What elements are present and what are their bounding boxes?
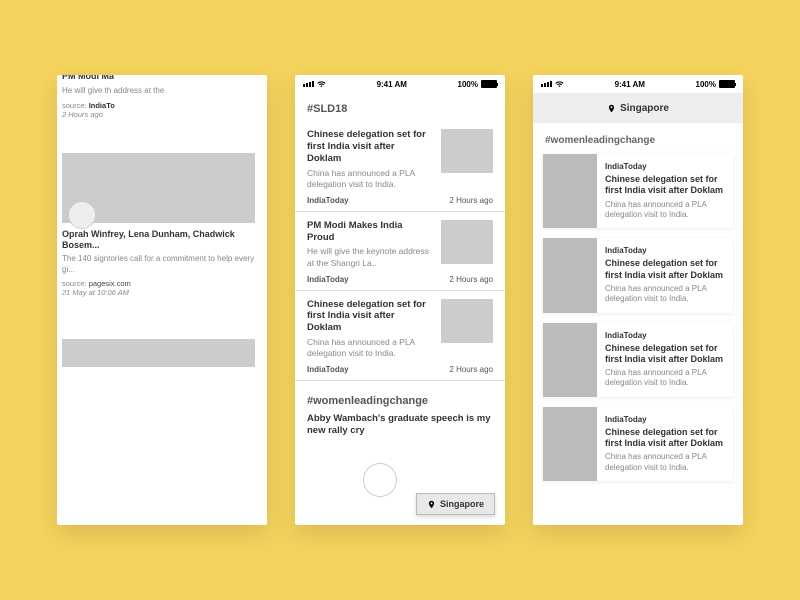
article-card[interactable]: IndiaToday Chinese delegation set for fi… [543, 323, 733, 397]
article-meta: source: IndiaTo 2 Hours ago [62, 101, 255, 119]
article-title: Chinese delegation set for first India v… [605, 258, 725, 281]
hashtag-heading[interactable]: #womenleadingchange [543, 129, 733, 154]
article-title: Chinese delegation set for first India v… [307, 299, 431, 335]
status-bar: 9:41 AM 100% [533, 75, 743, 93]
article-source: IndiaToday [307, 196, 349, 205]
battery-icon [481, 80, 497, 88]
article-snippet: China has announced a PLA delegation vis… [307, 337, 431, 359]
article-source: IndiaToday [605, 246, 725, 255]
location-header-label: Singapore [620, 103, 669, 114]
article-source: IndiaToday [605, 415, 725, 424]
article-row[interactable]: Chinese delegation set for first India v… [295, 291, 505, 382]
article-snippet: China has announced a PLA delegation vis… [605, 368, 725, 389]
article-snippet: The 140 signtories call for a commitment… [62, 254, 255, 275]
article-snippet: He will give th address at the [62, 86, 255, 96]
mockup-screen-1: e delegation set for India visit after D… [57, 75, 267, 525]
article-title: Chinese delegation set for first India v… [605, 174, 725, 197]
mockup-screen-2: 9:41 AM 100% #SLD18 Chinese delegation s… [295, 75, 505, 525]
article-thumbnail [441, 220, 493, 264]
feed-scroll[interactable]: #womenleadingchange IndiaToday Chinese d… [533, 123, 743, 525]
article-row[interactable]: PM Modi Makes India Proud He will give t… [295, 212, 505, 291]
thumbnail-row [57, 339, 267, 367]
article-source: IndiaToday [307, 365, 349, 374]
article-time: 2 Hours ago [449, 365, 493, 374]
article-title: PM Modi Makes India Proud [307, 220, 431, 244]
article-thumbnail [441, 299, 493, 343]
hashtag-heading[interactable]: #womenleadingchange [295, 381, 505, 413]
location-header[interactable]: Singapore [533, 93, 743, 123]
article-snippet: China has announced a PLA delegation vis… [605, 200, 725, 221]
article-source: IndiaToday [307, 275, 349, 284]
article-snippet: He will give the keynote address at the … [307, 246, 431, 268]
article-card[interactable]: IndiaToday Chinese delegation set for fi… [543, 238, 733, 312]
battery-pct: 100% [696, 80, 716, 89]
article-snippet: China has announced a PLA delegation vis… [605, 452, 725, 473]
article-snippet: China has announced a PLA delegation vis… [307, 168, 431, 190]
status-time: 9:41 AM [377, 80, 407, 89]
status-time: 9:41 AM [615, 80, 645, 89]
article-title[interactable]: Abby Wambach's graduate speech is my new… [307, 413, 493, 437]
article-title: Chinese delegation set for first India v… [605, 427, 725, 450]
signal-icon [303, 81, 314, 87]
feed-scroll[interactable]: e delegation set for India visit after D… [57, 75, 267, 525]
article-card[interactable]: PM Modi Ma He will give th address at th… [62, 75, 255, 119]
article-thumbnail [543, 154, 597, 228]
article-card[interactable]: IndiaToday Chinese delegation set for fi… [543, 154, 733, 228]
touch-ripple [363, 463, 397, 497]
location-pin-icon [607, 104, 616, 113]
wifi-icon [317, 80, 326, 89]
top-article-pair: e delegation set for India visit after D… [57, 75, 267, 125]
article-title: PM Modi Ma [62, 75, 255, 82]
hashtag-heading[interactable]: menleadingchange [57, 125, 267, 153]
article-card[interactable]: IndiaToday Chinese delegation set for fi… [543, 407, 733, 481]
article-grid: ation ry raged es a Oprah Winfrey, Lena … [57, 153, 267, 297]
hashtag-heading[interactable]: #SLD18 [295, 93, 505, 121]
author-avatar [68, 201, 96, 229]
signal-icon [541, 81, 552, 87]
status-bar: 9:41 AM 100% [295, 75, 505, 93]
article-thumbnail [543, 238, 597, 312]
article-row[interactable]: Chinese delegation set for first India v… [295, 121, 505, 212]
hashtag-heading[interactable]: m Road [57, 311, 267, 339]
article-thumbnail[interactable] [62, 339, 255, 367]
article-source: IndiaToday [605, 331, 725, 340]
location-pill[interactable]: Singapore [416, 493, 495, 515]
article-title: Chinese delegation set for first India v… [605, 343, 725, 366]
article-thumbnail [441, 129, 493, 173]
article-thumbnail [62, 153, 255, 223]
mockup-screen-3: 9:41 AM 100% Singapore #womenleadingchan… [533, 75, 743, 525]
battery-pct: 100% [458, 80, 478, 89]
article-snippet: China has announced a PLA delegation vis… [605, 284, 725, 305]
battery-icon [719, 80, 735, 88]
location-pin-icon [427, 500, 436, 509]
article-title: Chinese delegation set for first India v… [307, 129, 431, 165]
article-time: 2 Hours ago [449, 196, 493, 205]
article-source: IndiaToday [605, 162, 725, 171]
article-time: 2 Hours ago [449, 275, 493, 284]
wifi-icon [555, 80, 564, 89]
feed-scroll[interactable]: #SLD18 Chinese delegation set for first … [295, 93, 505, 525]
article-title: Oprah Winfrey, Lena Dunham, Chadwick Bos… [62, 229, 255, 252]
article-card[interactable]: Oprah Winfrey, Lena Dunham, Chadwick Bos… [62, 153, 255, 297]
article-thumbnail [543, 407, 597, 481]
location-pill-label: Singapore [440, 499, 484, 509]
article-thumbnail [543, 323, 597, 397]
article-meta: source: pagesix.com 21 May at 10:06 AM [62, 279, 255, 297]
